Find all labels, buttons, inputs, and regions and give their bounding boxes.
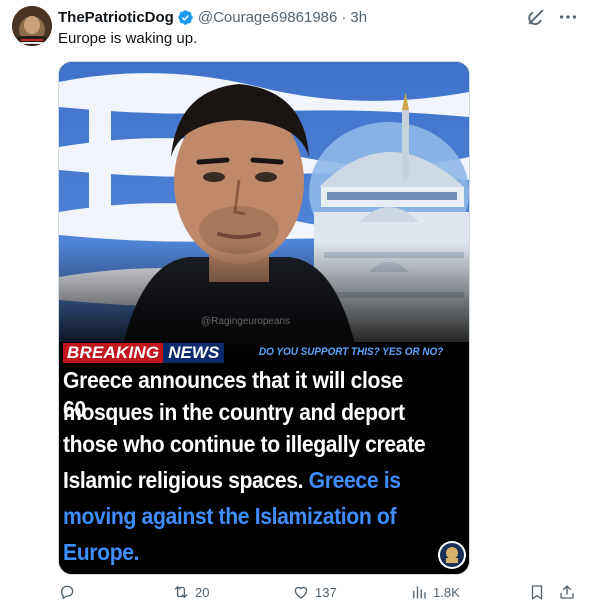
breaking-news-banner: BREAKING NEWS xyxy=(63,343,225,363)
author-display-name[interactable]: ThePatrioticDog xyxy=(58,9,174,26)
headline-line-2: mosques in the country and deport xyxy=(63,399,405,425)
tweet-header: ThePatrioticDog @Courage69861986 · 3h xyxy=(58,7,367,27)
like-button[interactable]: 137 xyxy=(292,583,337,601)
views-icon xyxy=(413,586,426,599)
headline-line-4-white: Islamic religious spaces. xyxy=(63,467,304,493)
reply-button[interactable] xyxy=(58,583,81,601)
breaking-label: BREAKING xyxy=(63,343,164,363)
bookmark-icon xyxy=(531,585,543,600)
separator-dot: · xyxy=(341,8,347,26)
grok-icon[interactable] xyxy=(525,6,547,28)
avatar[interactable] xyxy=(12,6,52,46)
tweet-timestamp[interactable]: 3h xyxy=(350,9,367,26)
headline-line-3: those who continue to illegally create xyxy=(63,431,426,457)
headline-line-4-blue: Greece is xyxy=(308,467,401,493)
retweet-icon xyxy=(174,586,188,598)
bookmark-button[interactable] xyxy=(528,583,546,601)
like-icon xyxy=(294,586,308,599)
tweet-card[interactable]: ThePatrioticDog @Courage69861986 · 3h Eu… xyxy=(0,0,590,612)
headline-line-5: moving against the Islamization of xyxy=(63,503,397,529)
tweet-media-image[interactable]: @Ragingeuropeans BREAKING NEWS DO YOU SU… xyxy=(58,61,470,575)
headline-line-4: Islamic religious spaces. Greece is xyxy=(63,466,431,495)
views-count: 1.8K xyxy=(433,584,460,600)
share-icon xyxy=(560,585,574,599)
views-button[interactable]: 1.8K xyxy=(410,583,460,601)
headline-line-6: Europe. xyxy=(63,539,140,565)
avatar-image xyxy=(12,6,52,46)
reply-icon xyxy=(61,585,74,600)
more-icon[interactable] xyxy=(557,6,579,28)
media-watermark: @Ragingeuropeans xyxy=(201,316,291,327)
banner-question: DO YOU SUPPORT THIS? YES OR NO? xyxy=(259,346,444,358)
tweet-actions-bar: 20 137 1.8K xyxy=(58,583,588,605)
retweet-button[interactable]: 20 xyxy=(172,583,209,601)
like-count: 137 xyxy=(315,584,337,600)
share-button[interactable] xyxy=(558,583,576,601)
retweet-count: 20 xyxy=(195,584,210,600)
tweet-text: Europe is waking up. xyxy=(58,30,198,47)
author-handle[interactable]: @Courage69861986 xyxy=(198,9,338,26)
news-label: NEWS xyxy=(163,343,225,363)
verified-badge-icon xyxy=(177,9,194,26)
